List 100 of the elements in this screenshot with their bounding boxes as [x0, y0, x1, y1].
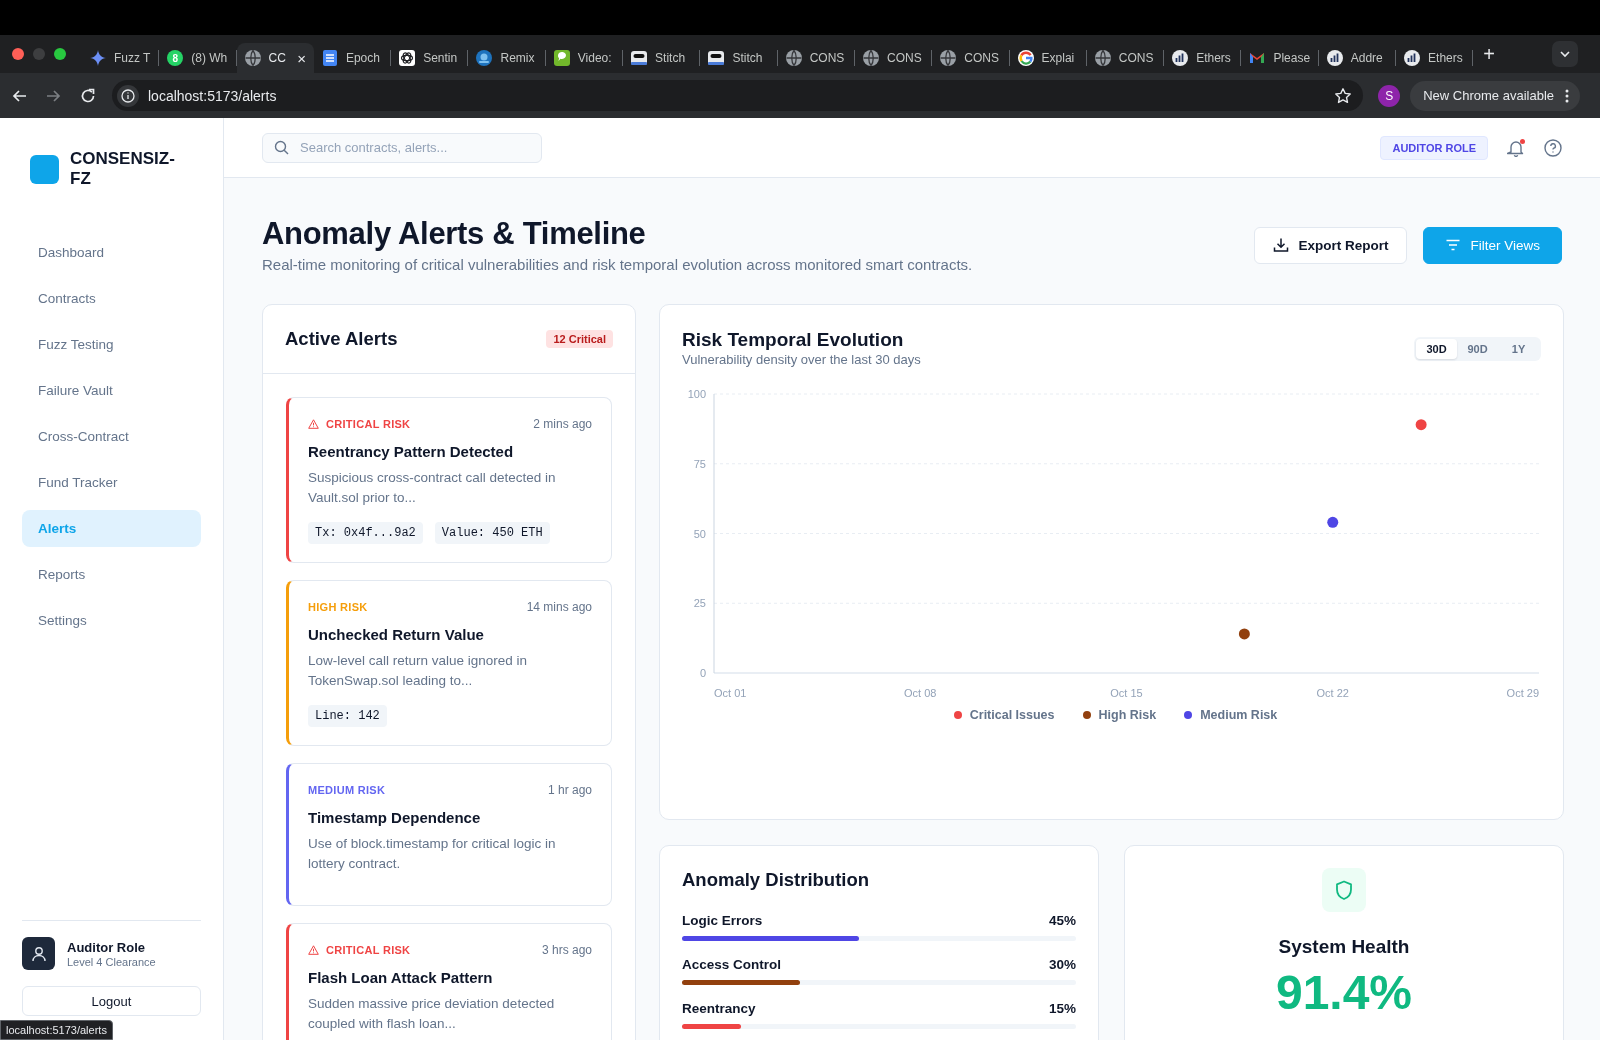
- alert-title: Flash Loan Attack Pattern: [308, 968, 494, 988]
- code-tag: Tx: 0x4f...9a2: [308, 522, 423, 544]
- browser-tab[interactable]: CC ×: [236, 43, 314, 73]
- browser-tab[interactable]: Stitch: [623, 43, 701, 73]
- sidebar-item[interactable]: Fuzz Testing: [22, 326, 201, 363]
- ring-logo-icon: [1017, 50, 1034, 66]
- percent-reading: 15%: [1048, 1000, 1076, 1018]
- alert-time: 3 hrs ago: [541, 943, 592, 957]
- knot-icon: [399, 50, 416, 66]
- browser-tab[interactable]: CONS: [932, 43, 1010, 73]
- robot-icon: [631, 50, 648, 66]
- profile-avatar[interactable]: S: [1378, 84, 1401, 107]
- alert-description: Low-level call return value ignored in TokenSwap.sol leading to...: [308, 652, 529, 690]
- sidebar-item[interactable]: Failure Vault: [22, 372, 201, 409]
- tab-list-button[interactable]: [1552, 41, 1578, 67]
- document-icon: [321, 50, 338, 66]
- robot-icon: [708, 50, 725, 66]
- sidebar-item[interactable]: Reports: [22, 556, 201, 593]
- browser-tab[interactable]: CONS: [777, 43, 855, 73]
- circle-chart-icon: [1172, 50, 1189, 66]
- browser-tab[interactable]: Epoch: [313, 43, 392, 73]
- sidebar-item[interactable]: Fund Tracker: [22, 464, 201, 501]
- alert-title: Timestamp Dependence: [308, 808, 482, 828]
- sidebar-item[interactable]: Cross-Contract: [22, 418, 201, 455]
- link-status-bubble: localhost:5173/alerts: [0, 1020, 113, 1040]
- x-tick-label: Oct 29: [1506, 687, 1539, 699]
- sidebar-item[interactable]: Dashboard: [22, 234, 201, 271]
- panel-title: Anomaly Distribution: [682, 868, 871, 892]
- alert-card[interactable]: CRITICAL RISK 3 hrs ago Flash Loan Attack Pattern Sudden massive price deviation detected coupled with flash loan...: [286, 923, 612, 1040]
- maximize-window-button[interactable]: [54, 48, 66, 60]
- bookmark-star-icon[interactable]: [1334, 86, 1353, 105]
- close-window-button[interactable]: [12, 48, 24, 60]
- count-badge: 8: [167, 50, 184, 66]
- alert-card[interactable]: MEDIUM RISK 1 hr ago Timestamp Dependence Use of block.timestamp for critical logic in lottery contract.: [286, 763, 612, 906]
- code-tag: Value: 450 ETH: [434, 522, 550, 544]
- download-icon: [1273, 237, 1290, 253]
- browser-tab[interactable]: Explai: [1009, 43, 1087, 73]
- browser-tab[interactable]: Fuzz T: [82, 43, 160, 73]
- health-score: 91.4%: [1275, 965, 1413, 1021]
- browser-tab[interactable]: Ethers: [1396, 43, 1474, 73]
- browser-tab[interactable]: Addre: [1318, 43, 1397, 73]
- x-tick-label: Oct 22: [1316, 687, 1349, 699]
- category-label: Access Control: [682, 956, 782, 974]
- y-tick-label: 50: [693, 527, 706, 540]
- browser-tab[interactable]: Remix: [468, 43, 546, 73]
- bell-icon[interactable]: [1507, 138, 1525, 157]
- alert-time: 14 mins ago: [526, 600, 592, 614]
- sidebar-item[interactable]: Contracts: [22, 280, 201, 317]
- sidebar-item[interactable]: Settings: [22, 602, 201, 639]
- page-subtitle: Real-time monitoring of critical vulnerabilities and risk temporal evolution across monitored smart contracts.: [262, 255, 973, 275]
- globe-icon: [244, 50, 261, 66]
- warning-icon: [308, 419, 319, 429]
- brand-name: CONSENSIZ-FZ: [70, 149, 175, 189]
- info-icon[interactable]: [117, 84, 139, 107]
- export-button[interactable]: Export Report: [1254, 226, 1408, 264]
- browser-tab[interactable]: Ethers: [1164, 43, 1242, 73]
- browser-tab[interactable]: Stitch: [700, 43, 778, 73]
- panel-title: Active Alerts: [285, 327, 398, 351]
- percent-reading: 45%: [1048, 912, 1076, 930]
- address-bar[interactable]: localhost:5173/alerts: [112, 80, 1364, 111]
- alert-card[interactable]: CRITICAL RISK 2 mins ago Reentrancy Pattern Detected Suspicious cross-contract call detected in Vault.sol prior to... Tx: 0x4f...9a2 Value: 450 ETH: [286, 397, 612, 563]
- globe-icon: [785, 50, 802, 66]
- search-field[interactable]: Search contracts, alerts...: [262, 132, 542, 163]
- logout-button[interactable]: Logout: [22, 986, 201, 1016]
- update-button[interactable]: New Chrome available: [1410, 80, 1580, 111]
- browser-tab[interactable]: 8 (8) Wh: [159, 43, 237, 73]
- logo-icon: [30, 154, 59, 184]
- close-tab-button[interactable]: ×: [297, 49, 306, 67]
- browser-tab[interactable]: Please: [1241, 43, 1319, 73]
- browser-tab[interactable]: CONS: [1086, 43, 1165, 73]
- risk-label: HIGH RISK: [308, 601, 368, 613]
- reload-icon[interactable]: [79, 86, 97, 105]
- range-tab[interactable]: 30D: [1416, 339, 1457, 359]
- code-tag: Line: 142: [308, 705, 387, 727]
- search-icon: [274, 140, 289, 155]
- new-tab-button[interactable]: +: [1483, 44, 1496, 64]
- category-label: Reentrancy: [682, 1000, 756, 1018]
- legend-label: Critical Issues: [969, 707, 1055, 724]
- globe-icon: [1094, 50, 1111, 66]
- x-tick-label: Oct 15: [1110, 687, 1143, 699]
- alert-description: Suspicious cross-contract call detected in Vault.sol prior to...: [308, 469, 557, 507]
- range-tab[interactable]: 90D: [1457, 339, 1498, 359]
- alert-time: 2 mins ago: [533, 417, 592, 431]
- browser-tab[interactable]: CONS: [854, 43, 933, 73]
- sparkle-icon: [90, 50, 106, 66]
- alert-card[interactable]: HIGH RISK 14 mins ago Unchecked Return Value Low-level call return value ignored in TokenSwap.sol leading to... Line: 142: [286, 580, 612, 746]
- x-tick-label: Oct 01: [714, 687, 747, 699]
- help-icon[interactable]: [1544, 138, 1562, 157]
- range-tab[interactable]: 1Y: [1498, 339, 1539, 359]
- critical-count-badge: 12 Critical: [546, 330, 613, 348]
- shield-icon: [1322, 868, 1366, 912]
- risk-label: MEDIUM RISK: [308, 784, 386, 796]
- globe-icon: [862, 50, 879, 66]
- disc-icon: [476, 50, 493, 66]
- browser-tab[interactable]: Video:: [545, 43, 624, 73]
- category-label: Logic Errors: [682, 912, 763, 930]
- legend-label: Medium Risk: [1200, 707, 1278, 724]
- circle-chart-icon: [1326, 50, 1343, 66]
- browser-tab[interactable]: Sentin: [391, 43, 469, 73]
- panel-subtitle: Vulnerability density over the last 30 days: [682, 351, 921, 369]
